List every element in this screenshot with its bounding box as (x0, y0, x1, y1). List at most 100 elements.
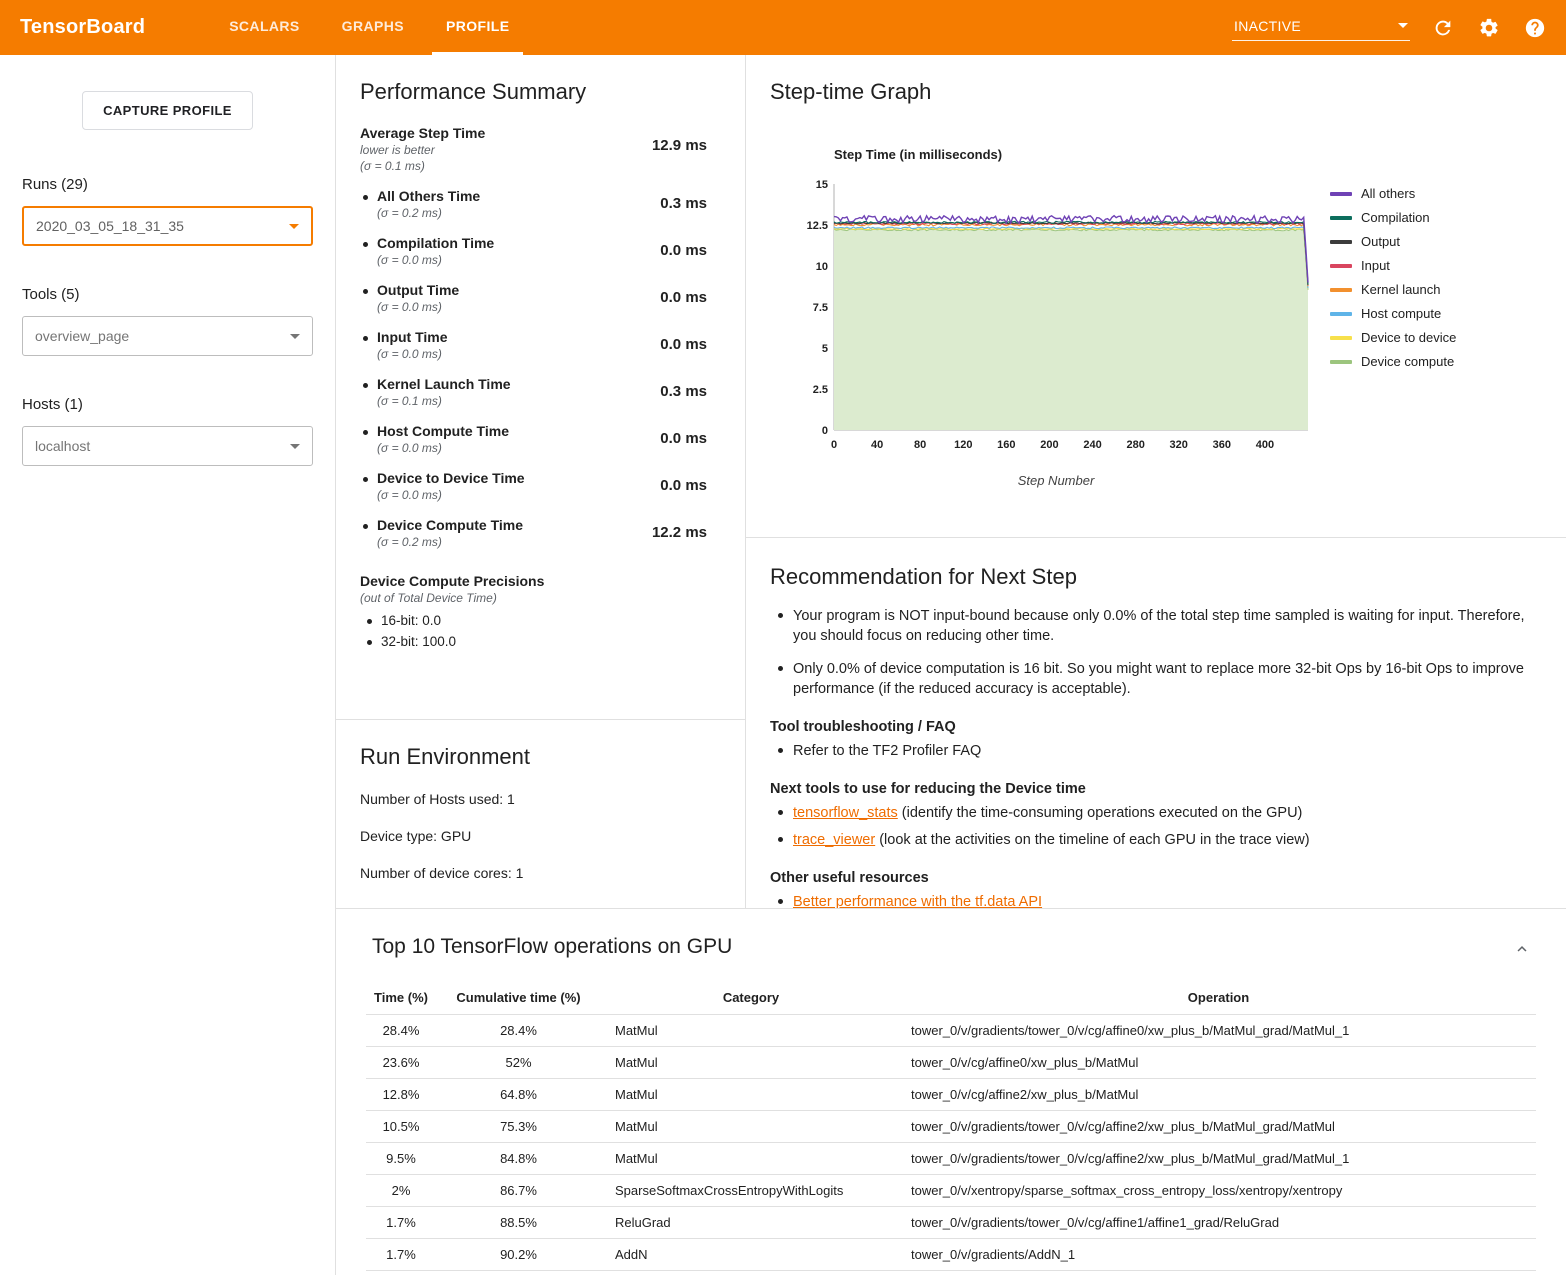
perf-metrics-list: All Others Time(σ = 0.2 ms)0.3 msCompila… (360, 188, 721, 549)
legend-item: Output (1330, 234, 1456, 249)
svg-text:360: 360 (1213, 439, 1231, 451)
perf-metric-row: Device to Device Time(σ = 0.0 ms)0.0 ms (360, 470, 721, 502)
metric-sigma: (σ = 0.0 ms) (377, 347, 629, 361)
metric-value: 0.0 ms (629, 430, 721, 447)
metric-value: 0.0 ms (629, 336, 721, 353)
run-environment-card: Run Environment Number of Hosts used: 1 … (336, 720, 745, 908)
table-cell: ApplyGradientDescent (601, 1271, 901, 1275)
bullet-dot (363, 289, 368, 294)
table-cell: tower_0/v/cg/affine0/xw_plus_b/MatMul (901, 1047, 1536, 1079)
step-time-graph-card: Step-time Graph Step Time (in millisecon… (746, 55, 1566, 538)
metric-sigma: (σ = 0.2 ms) (377, 206, 629, 220)
capture-profile-button[interactable]: CAPTURE PROFILE (82, 91, 253, 130)
metric-sigma: (σ = 0.1 ms) (377, 394, 629, 408)
legend-label: Input (1361, 258, 1390, 273)
legend-swatch (1330, 240, 1352, 244)
collapse-chevron-up-icon[interactable] (1512, 939, 1532, 959)
hosts-dropdown[interactable]: localhost (22, 426, 313, 466)
svg-text:400: 400 (1256, 439, 1274, 451)
legend-swatch (1330, 360, 1352, 364)
svg-text:2.5: 2.5 (813, 384, 828, 396)
recommendation-title: Recommendation for Next Step (770, 564, 1536, 590)
topbar-actions: INACTIVE (1232, 15, 1548, 41)
chevron-down-icon (290, 334, 300, 339)
metric-label: Device to Device Time (377, 470, 629, 486)
help-icon[interactable] (1522, 15, 1548, 41)
legend-swatch (1330, 312, 1352, 316)
metric-value: 0.3 ms (629, 195, 721, 212)
metric-sigma: (σ = 0.0 ms) (377, 300, 629, 314)
bullet-dot (363, 242, 368, 247)
tab-graphs[interactable]: GRAPHS (328, 0, 418, 55)
table-cell: MatMul (601, 1111, 901, 1143)
svg-text:0: 0 (831, 439, 837, 451)
precisions-subtitle: (out of Total Device Time) (360, 591, 721, 605)
page-body: CAPTURE PROFILE Runs (29) 2020_03_05_18_… (0, 55, 1566, 1275)
main-content: Performance Summary Average Step Time lo… (335, 55, 1566, 1275)
column-header: Operation (901, 981, 1536, 1015)
perf-metric-row: All Others Time(σ = 0.2 ms)0.3 ms (360, 188, 721, 220)
chart-wrapper: Step Time (in milliseconds) 02.557.51012… (796, 147, 1542, 488)
precision-item: 32-bit: 100.0 (360, 634, 721, 649)
bullet-dot (363, 524, 368, 529)
table-row: 1.7%88.5%ReluGradtower_0/v/gradients/tow… (366, 1207, 1536, 1239)
table-row: 2%86.7%SparseSoftmaxCrossEntropyWithLogi… (366, 1175, 1536, 1207)
recommendation-section-list: Refer to the TF2 Profiler FAQ (770, 741, 1536, 761)
link[interactable]: tensorflow_stats (793, 805, 898, 821)
top-ops-card: Top 10 TensorFlow operations on GPU Time… (336, 908, 1566, 1275)
legend-label: Device compute (1361, 354, 1454, 369)
svg-text:15: 15 (816, 179, 828, 191)
legend-swatch (1330, 336, 1352, 340)
average-step-time-value: 12.9 ms (629, 137, 721, 154)
legend-label: Compilation (1361, 210, 1430, 225)
svg-text:10: 10 (816, 261, 828, 273)
perf-metric-row: Input Time(σ = 0.0 ms)0.0 ms (360, 329, 721, 361)
table-row: 23.6%52%MatMultower_0/v/cg/affine0/xw_pl… (366, 1047, 1536, 1079)
perf-metric-row: Output Time(σ = 0.0 ms)0.0 ms (360, 282, 721, 314)
metric-label: Host Compute Time (377, 423, 629, 439)
column-header: Cumulative time (%) (436, 981, 601, 1015)
table-cell: 90.2% (436, 1239, 601, 1271)
svg-text:7.5: 7.5 (813, 302, 828, 314)
metric-value: 0.3 ms (629, 383, 721, 400)
tab-profile[interactable]: PROFILE (432, 0, 523, 55)
table-cell: 10.5% (366, 1111, 436, 1143)
recommendation-item: trace_viewer (look at the activities on … (770, 830, 1536, 850)
link[interactable]: trace_viewer (793, 832, 875, 848)
svg-text:240: 240 (1083, 439, 1101, 451)
legend-label: Output (1361, 234, 1400, 249)
table-cell: 88.5% (436, 1207, 601, 1239)
perf-metric-row: Host Compute Time(σ = 0.0 ms)0.0 ms (360, 423, 721, 455)
top-ops-table-header: Time (%)Cumulative time (%)CategoryOpera… (366, 981, 1536, 1015)
bullet-dot (363, 430, 368, 435)
table-cell: 2% (366, 1175, 436, 1207)
tools-dropdown[interactable]: overview_page (22, 316, 313, 356)
table-cell: 52% (436, 1047, 601, 1079)
refresh-icon[interactable] (1430, 15, 1456, 41)
svg-text:280: 280 (1126, 439, 1144, 451)
step-time-graph-title: Step-time Graph (770, 79, 1542, 105)
tools-label: Tools (5) (22, 286, 313, 303)
table-cell: tower_0/v/gradients/tower_0/v/cg/affine2… (901, 1143, 1536, 1175)
chevron-down-icon (290, 444, 300, 449)
table-cell: 64.8% (436, 1079, 601, 1111)
reload-status-select[interactable]: INACTIVE (1232, 15, 1410, 41)
table-row: 9.5%84.8%MatMultower_0/v/gradients/tower… (366, 1143, 1536, 1175)
table-cell: MatMul (601, 1143, 901, 1175)
svg-text:12.5: 12.5 (807, 220, 828, 232)
tab-scalars[interactable]: SCALARS (215, 0, 313, 55)
table-cell: 12.8% (366, 1079, 436, 1111)
legend-item: Input (1330, 258, 1456, 273)
table-row: 1.7%90.2%AddNtower_0/v/gradients/AddN_1 (366, 1239, 1536, 1271)
top-ops-table: Time (%)Cumulative time (%)CategoryOpera… (366, 981, 1536, 1275)
table-cell: tower_0/v/gradients/AddN_1 (901, 1239, 1536, 1271)
metric-sigma: (σ = 0.0 ms) (377, 253, 629, 267)
runs-dropdown[interactable]: 2020_03_05_18_31_35 (22, 206, 313, 246)
metric-value: 0.0 ms (629, 242, 721, 259)
table-cell: tower_0/v/xentropy/sparse_softmax_cross_… (901, 1175, 1536, 1207)
average-step-time-sigma: (σ = 0.1 ms) (360, 159, 629, 173)
settings-gear-icon[interactable] (1476, 15, 1502, 41)
bullet-dot (363, 195, 368, 200)
top-ops-title: Top 10 TensorFlow operations on GPU (372, 935, 1536, 959)
metric-sigma: (σ = 0.2 ms) (377, 535, 629, 549)
